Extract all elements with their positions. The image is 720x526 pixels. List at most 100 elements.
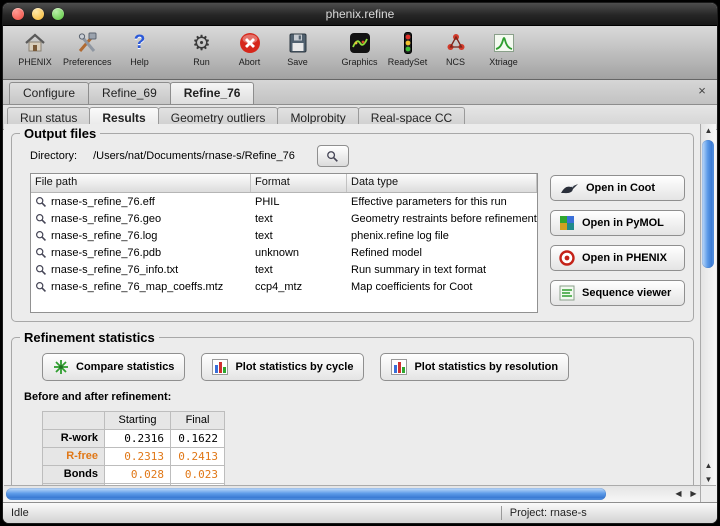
section-title: Refinement statistics <box>20 330 159 345</box>
graphics-icon <box>348 30 372 56</box>
file-data-type: Run summary in text format <box>347 264 537 276</box>
scroll-up-arrow[interactable]: ▲ <box>701 459 716 473</box>
tab-refine-76[interactable]: Refine_76 <box>170 82 255 104</box>
output-files-section: Output files Directory: /Users/nat/Docum… <box>11 126 694 322</box>
stat-final-value: 0.1622 <box>171 430 225 448</box>
file-name: rnase-s_refine_76.log <box>51 230 157 242</box>
traffic-light-icon <box>396 30 420 56</box>
scroll-left-arrow[interactable]: ◀ <box>671 486 686 502</box>
plot-statistics-by-resolution-button[interactable]: Plot statistics by resolution <box>380 353 569 381</box>
file-format: text <box>251 264 347 276</box>
file-name: rnase-s_refine_76.pdb <box>51 247 161 259</box>
close-window-button[interactable] <box>12 8 24 20</box>
bar-chart-icon <box>212 359 228 375</box>
help-button[interactable]: ? Help <box>116 29 164 68</box>
table-header: File path Format Data type <box>31 174 537 193</box>
stat-final-value: 0.2413 <box>171 448 225 466</box>
table-row[interactable]: rnase-s_refine_76_info.txt text Run summ… <box>31 261 537 278</box>
graphics-button[interactable]: Graphics <box>336 29 384 68</box>
gear-icon: ⚙ <box>192 30 211 56</box>
file-data-type: Effective parameters for this run <box>347 196 537 208</box>
file-data-type: phenix.refine log file <box>347 230 537 242</box>
app-window: phenix.refine PHENIX Preferences ? Help … <box>3 3 717 523</box>
column-header-file-path[interactable]: File path <box>31 174 251 192</box>
horizontal-scroll-thumb[interactable] <box>6 488 606 500</box>
statistics-buttons: Compare statistics Plot statistics by cy… <box>42 353 685 381</box>
table-row[interactable]: rnase-s_refine_76.eff PHIL Effective par… <box>31 193 537 210</box>
stat-starting-value: 0.028 <box>105 466 171 484</box>
file-format: ccp4_mtz <box>251 281 347 293</box>
search-icon <box>35 213 47 225</box>
tab-refine-69[interactable]: Refine_69 <box>88 82 171 104</box>
abort-button[interactable]: Abort <box>226 29 274 68</box>
save-icon <box>286 30 310 56</box>
stat-row-label: R-work <box>43 430 105 448</box>
refinement-statistics-section: Refinement statistics Compare statistics… <box>11 330 694 487</box>
sequence-viewer-button[interactable]: Sequence viewer <box>550 280 685 306</box>
toolbar: PHENIX Preferences ? Help ⚙ Run Abort <box>3 26 717 80</box>
file-name: rnase-s_refine_76_map_coeffs.mtz <box>51 281 223 293</box>
zoom-window-button[interactable] <box>52 8 64 20</box>
tab-configure[interactable]: Configure <box>9 82 89 104</box>
scroll-up-arrow[interactable]: ▲ <box>701 124 716 138</box>
xtriage-icon <box>492 30 516 56</box>
open-in-phenix-button[interactable]: Open in PHENIX <box>550 245 685 271</box>
output-files-table: File path Format Data type rnase-s_refin… <box>30 173 538 313</box>
window-title: phenix.refine <box>326 7 395 21</box>
plot-statistics-by-cycle-button[interactable]: Plot statistics by cycle <box>201 353 364 381</box>
files-area: File path Format Data type rnase-s_refin… <box>30 173 685 313</box>
stat-starting-value: 0.2316 <box>105 430 171 448</box>
directory-value: /Users/nat/Documents/rnase-s/Refine_76 <box>93 150 295 162</box>
table-row[interactable]: rnase-s_refine_76.geo text Geometry rest… <box>31 210 537 227</box>
open-in-pymol-button[interactable]: Open in PyMOL <box>550 210 685 236</box>
status-text: Idle <box>3 507 29 519</box>
column-header-format[interactable]: Format <box>251 174 347 192</box>
table-row[interactable]: rnase-s_refine_76.log text phenix.refine… <box>31 227 537 244</box>
table-row[interactable]: rnase-s_refine_76.pdb unknown Refined mo… <box>31 244 537 261</box>
search-icon <box>35 264 47 276</box>
vertical-scroll-thumb[interactable] <box>702 140 714 268</box>
minimize-window-button[interactable] <box>32 8 44 20</box>
directory-row: Directory: /Users/nat/Documents/rnase-s/… <box>30 145 685 167</box>
directory-label: Directory: <box>30 150 77 162</box>
titlebar: phenix.refine <box>3 3 717 26</box>
stat-starting-value: 0.2313 <box>105 448 171 466</box>
project-label: Project: rnase-s <box>502 507 587 519</box>
bar-chart-icon <box>391 359 407 375</box>
home-icon <box>23 30 47 56</box>
file-name: rnase-s_refine_76.geo <box>51 213 161 225</box>
grid-col-header: Final <box>171 412 225 430</box>
sequence-icon <box>559 285 575 301</box>
run-button[interactable]: ⚙ Run <box>178 29 226 68</box>
file-format: PHIL <box>251 196 347 208</box>
close-tab-button[interactable]: × <box>695 84 709 98</box>
readyset-button[interactable]: ReadySet <box>384 29 432 68</box>
search-icon <box>35 196 47 208</box>
ncs-button[interactable]: NCS <box>432 29 480 68</box>
open-in-coot-button[interactable]: Open in Coot <box>550 175 685 201</box>
file-format: text <box>251 230 347 242</box>
horizontal-scrollbar[interactable]: ◀ ▶ <box>4 485 701 502</box>
browse-directory-button[interactable] <box>317 145 349 167</box>
grid-corner <box>43 412 105 430</box>
stat-row-label: Bonds <box>43 466 105 484</box>
xtriage-button[interactable]: Xtriage <box>480 29 528 68</box>
save-button[interactable]: Save <box>274 29 322 68</box>
scroll-right-arrow[interactable]: ▶ <box>686 486 701 502</box>
column-header-data-type[interactable]: Data type <box>347 174 537 192</box>
table-row[interactable]: rnase-s_refine_76_map_coeffs.mtz ccp4_mt… <box>31 278 537 295</box>
phenix-logo-icon <box>559 250 575 266</box>
help-icon: ? <box>134 30 146 56</box>
stat-row-label: R-free <box>43 448 105 466</box>
search-icon <box>35 230 47 242</box>
pymol-icon <box>559 215 575 231</box>
coot-bird-icon <box>559 180 579 196</box>
compare-statistics-button[interactable]: Compare statistics <box>42 353 185 381</box>
stats-grid: Starting Final R-work 0.2316 0.1622 R-fr… <box>42 411 225 487</box>
phenix-button[interactable]: PHENIX <box>11 29 59 68</box>
file-format: text <box>251 213 347 225</box>
stats-caption: Before and after refinement: <box>24 391 685 403</box>
preferences-button[interactable]: Preferences <box>59 29 116 68</box>
stat-final-value: 0.023 <box>171 466 225 484</box>
vertical-scrollbar[interactable]: ▲ ▲ ▼ <box>700 124 716 487</box>
